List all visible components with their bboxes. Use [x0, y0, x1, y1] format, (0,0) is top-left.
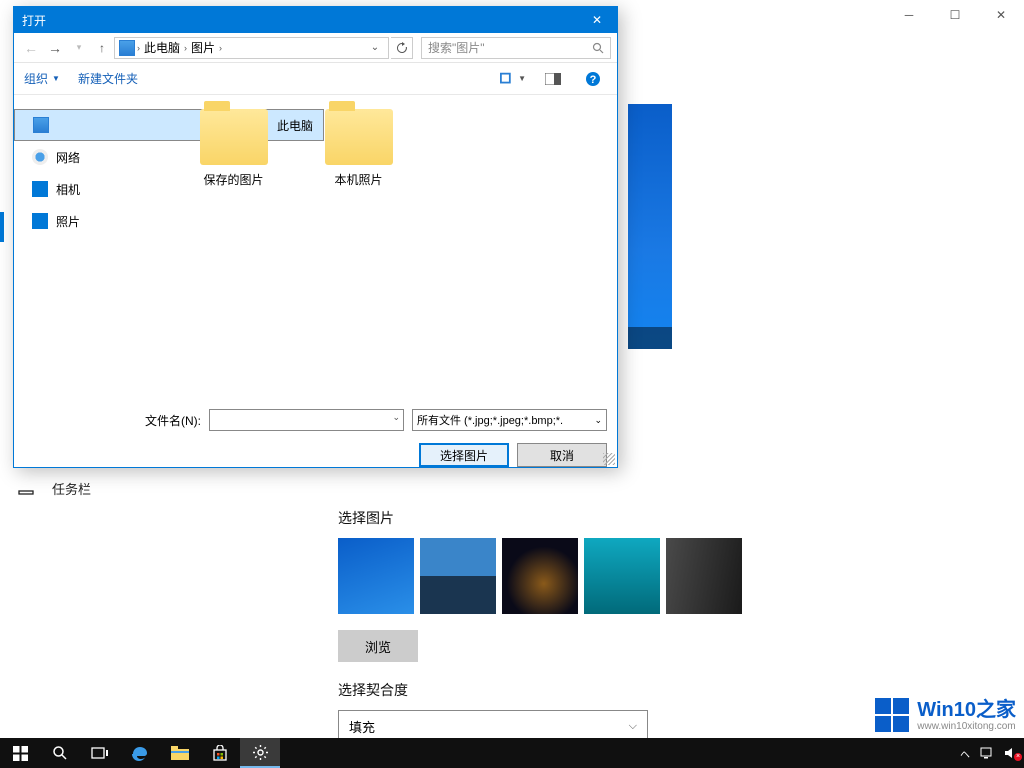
nav-back-button[interactable]: ←: [20, 37, 42, 59]
chevron-down-icon: ⌄: [594, 415, 602, 426]
preview-pane-button[interactable]: [539, 68, 567, 90]
desktop-preview-clip: [628, 104, 672, 349]
tree-item-network[interactable]: 网络: [14, 141, 176, 173]
maximize-button[interactable]: ☐: [932, 0, 978, 30]
chevron-down-icon[interactable]: ⌄: [392, 412, 400, 423]
dialog-tree[interactable]: 此电脑 网络 相机 照片: [14, 95, 176, 401]
tree-item-camera[interactable]: 相机: [14, 173, 176, 205]
fit-value: 填充: [349, 717, 375, 736]
tray-chevron-icon[interactable]: ヘ: [960, 746, 970, 761]
nav-up-button[interactable]: ↑: [92, 37, 112, 59]
search-placeholder: 搜索"图片": [428, 39, 485, 56]
section-choose-fit: 选择契合度: [338, 680, 1024, 700]
photo-icon: [32, 213, 48, 229]
tree-label: 照片: [56, 213, 80, 230]
volume-tray-icon[interactable]: ×: [1004, 747, 1018, 759]
watermark-title: Win10之家: [917, 699, 1016, 721]
folder-label: 本机照片: [311, 171, 406, 188]
folder-item[interactable]: 本机照片: [311, 109, 406, 188]
wallpaper-thumb[interactable]: [666, 538, 742, 614]
dialog-close-button[interactable]: ✕: [577, 7, 617, 33]
nav-recent-dropdown[interactable]: ▾: [68, 37, 90, 59]
filetype-combo[interactable]: 所有文件 (*.jpg;*.jpeg;*.bmp;*. ⌄: [412, 409, 607, 431]
caret-right-icon: ›: [219, 43, 222, 53]
sidebar-accent: [0, 212, 4, 242]
view-mode-button[interactable]: ▼: [499, 68, 527, 90]
taskbar[interactable]: ヘ ×: [0, 738, 1024, 768]
watermark: Win10之家 www.win10xitong.com: [875, 698, 1016, 732]
dialog-toolbar: 组织 ▼ 新建文件夹 ▼ ?: [14, 63, 617, 95]
wallpaper-thumbnails: [338, 538, 1024, 614]
chevron-down-icon: ▼: [52, 74, 60, 83]
filename-input[interactable]: [209, 409, 404, 431]
chevron-down-icon: ⌵: [629, 720, 637, 733]
dialog-nav: ← → ▾ ↑ › 此电脑 › 图片 › ⌄ 搜索"图片": [14, 33, 617, 63]
cancel-button[interactable]: 取消: [517, 443, 607, 467]
folder-item[interactable]: 保存的图片: [186, 109, 281, 188]
wallpaper-thumb[interactable]: [420, 538, 496, 614]
wallpaper-thumb[interactable]: [502, 538, 578, 614]
caret-right-icon: ›: [184, 43, 187, 53]
filename-label: 文件名(N):: [145, 412, 201, 429]
breadcrumb-folder[interactable]: 图片: [189, 39, 217, 56]
organize-menu[interactable]: 组织 ▼: [24, 70, 60, 87]
svg-text:?: ?: [590, 74, 597, 86]
wallpaper-thumb[interactable]: [338, 538, 414, 614]
taskbar-icon: [18, 480, 34, 496]
settings-task-button[interactable]: [240, 738, 280, 768]
network-icon: [32, 149, 48, 165]
sidebar-item-label: 任务栏: [52, 479, 91, 498]
network-tray-icon[interactable]: [980, 747, 994, 759]
start-button[interactable]: [0, 738, 40, 768]
breadcrumb-root[interactable]: 此电脑: [142, 39, 182, 56]
camera-icon: [32, 181, 48, 197]
tree-label: 网络: [56, 149, 80, 166]
wallpaper-thumb[interactable]: [584, 538, 660, 614]
nav-forward-button[interactable]: →: [44, 37, 66, 59]
chevron-down-icon: ▼: [518, 74, 526, 83]
taskview-button[interactable]: [80, 738, 120, 768]
pc-icon: [119, 40, 135, 56]
folder-icon: [200, 109, 268, 165]
addr-dropdown-icon[interactable]: ⌄: [366, 42, 384, 53]
filetype-value: 所有文件 (*.jpg;*.jpeg;*.bmp;*.: [417, 412, 563, 428]
resize-grip[interactable]: [603, 453, 615, 465]
new-folder-button[interactable]: 新建文件夹: [78, 70, 138, 87]
close-button[interactable]: ✕: [978, 0, 1024, 30]
tree-label: 相机: [56, 181, 80, 198]
search-icon: [592, 42, 604, 54]
folder-label: 保存的图片: [186, 171, 281, 188]
windows-logo-icon: [875, 698, 909, 732]
search-input[interactable]: 搜索"图片": [421, 37, 611, 59]
section-choose-picture: 选择图片: [338, 508, 1024, 528]
minimize-button[interactable]: ─: [886, 0, 932, 30]
system-tray[interactable]: ヘ ×: [960, 746, 1024, 761]
caret-right-icon: ›: [137, 43, 140, 53]
dialog-bottom: 文件名(N): ⌄ 所有文件 (*.jpg;*.jpeg;*.bmp;*. ⌄ …: [14, 401, 617, 477]
edge-button[interactable]: [120, 738, 160, 768]
watermark-url: www.win10xitong.com: [917, 721, 1016, 732]
address-bar[interactable]: › 此电脑 › 图片 › ⌄: [114, 37, 389, 59]
folder-icon: [325, 109, 393, 165]
pc-icon: [33, 117, 49, 133]
desktop-preview: [628, 104, 672, 349]
search-button[interactable]: [40, 738, 80, 768]
open-button[interactable]: 选择图片: [419, 443, 509, 467]
file-open-dialog: 打开 ✕ ← → ▾ ↑ › 此电脑 › 图片 › ⌄ 搜索"图片" 组织: [13, 6, 618, 468]
explorer-button[interactable]: [160, 738, 200, 768]
dialog-title: 打开: [22, 12, 46, 29]
store-button[interactable]: [200, 738, 240, 768]
tree-item-photos[interactable]: 照片: [14, 205, 176, 237]
refresh-button[interactable]: [391, 37, 413, 59]
help-button[interactable]: ?: [579, 68, 607, 90]
dialog-content[interactable]: 保存的图片 本机照片: [176, 95, 617, 401]
dialog-titlebar[interactable]: 打开 ✕: [14, 7, 617, 33]
browse-button[interactable]: 浏览: [338, 630, 418, 662]
